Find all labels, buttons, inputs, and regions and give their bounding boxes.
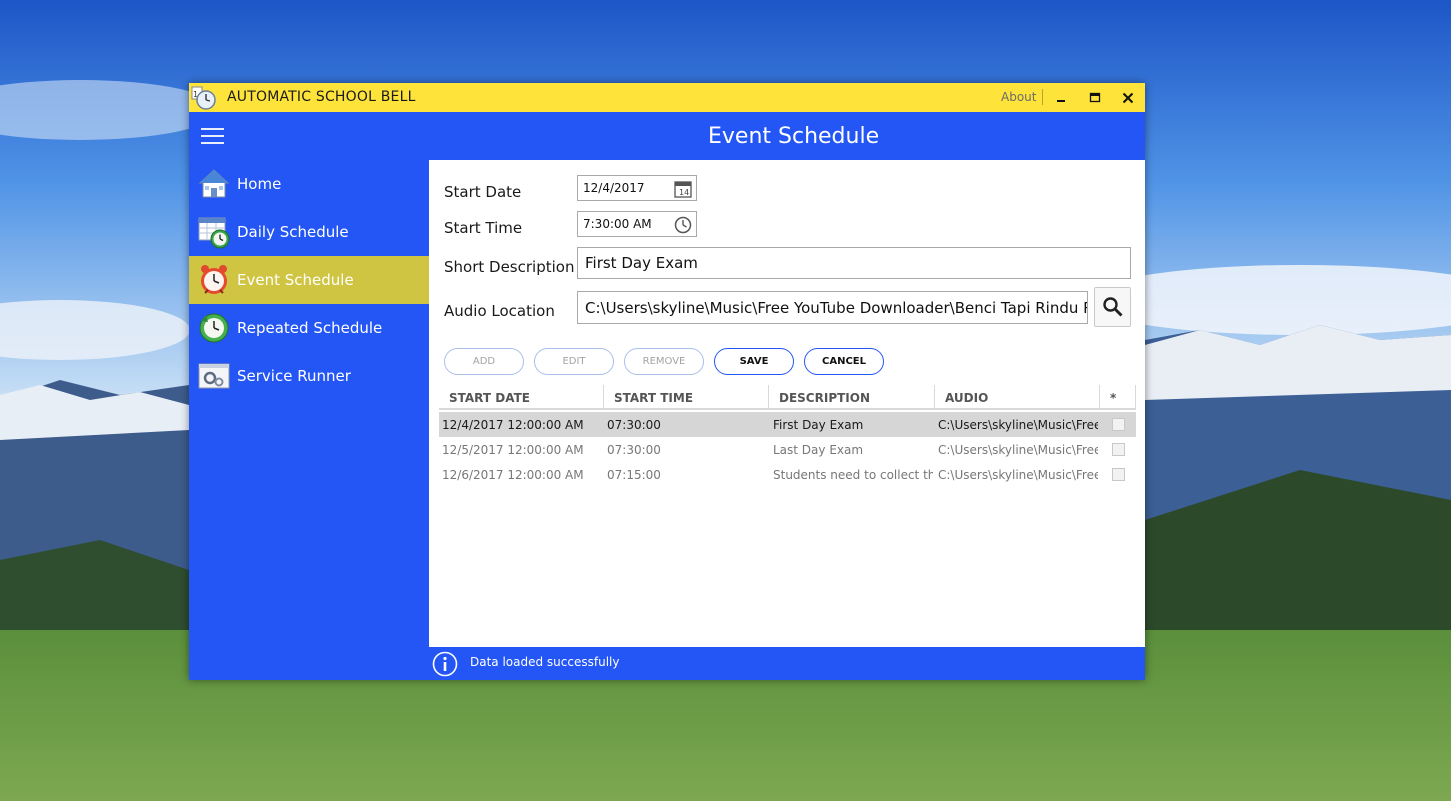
cell-start-time: 07:30:00 — [607, 417, 661, 432]
minimize-icon — [1057, 99, 1065, 102]
short-description-label: Short Description — [444, 258, 575, 276]
cell-start-date: 12/6/2017 12:00:00 AM — [442, 467, 584, 482]
school-bell-app-icon: 1 — [191, 86, 216, 110]
row-checkbox[interactable] — [1112, 443, 1125, 456]
calendar-icon[interactable]: 14 — [673, 179, 693, 199]
column-header-start-date[interactable]: START DATE — [439, 385, 604, 410]
page-title: Event Schedule — [708, 124, 880, 149]
status-bar: Data loaded successfully — [429, 647, 1145, 680]
hamburger-menu-icon[interactable] — [201, 128, 224, 144]
cell-description: Last Day Exam — [773, 442, 864, 457]
start-time-label: Start Time — [444, 219, 523, 237]
audio-location-value: C:\Users\skyline\Music\Free YouTube Down… — [585, 298, 1088, 317]
title-bar[interactable]: 1 AUTOMATIC SCHOOL BELL About — [189, 83, 1145, 112]
sidebar-item-label: Home — [237, 175, 282, 193]
column-header-select[interactable]: * — [1100, 385, 1136, 410]
alarm-clock-icon — [201, 265, 227, 294]
column-header-description[interactable]: DESCRIPTION — [769, 385, 935, 410]
table-row[interactable]: 12/4/2017 12:00:00 AM 07:30:00 First Day… — [439, 412, 1136, 437]
svg-text:14: 14 — [679, 188, 689, 197]
sidebar-item-event-schedule[interactable]: Event Schedule — [189, 256, 429, 304]
window-title: AUTOMATIC SCHOOL BELL — [227, 89, 416, 105]
app-window: 1 AUTOMATIC SCHOOL BELL About Event Sche… — [189, 83, 1145, 680]
info-icon — [432, 651, 458, 677]
save-button[interactable]: SAVE — [714, 348, 794, 375]
start-time-value: 7:30:00 AM — [583, 217, 652, 231]
event-grid-header: START DATE START TIME DESCRIPTION AUDIO … — [439, 385, 1136, 410]
cell-start-time: 07:30:00 — [607, 442, 661, 457]
edit-button[interactable]: EDIT — [534, 348, 614, 375]
start-date-value: 12/4/2017 — [583, 181, 645, 195]
close-button[interactable] — [1113, 83, 1143, 112]
cell-audio: C:\Users\skyline\Music\Free Yo — [938, 417, 1098, 432]
audio-location-label: Audio Location — [444, 302, 555, 320]
cell-description: First Day Exam — [773, 417, 864, 432]
minimize-button[interactable] — [1046, 83, 1076, 112]
cell-audio: C:\Users\skyline\Music\Free Yo — [938, 442, 1098, 457]
cell-start-date: 12/5/2017 12:00:00 AM — [442, 442, 584, 457]
sidebar-item-label: Event Schedule — [237, 271, 354, 289]
sidebar-item-daily-schedule[interactable]: Daily Schedule — [189, 208, 429, 256]
repeat-clock-icon — [199, 313, 229, 343]
calendar-clock-icon — [198, 217, 230, 249]
table-row[interactable]: 12/5/2017 12:00:00 AM 07:30:00 Last Day … — [439, 437, 1136, 462]
page-header: Event Schedule — [189, 112, 1145, 160]
remove-button[interactable]: REMOVE — [624, 348, 704, 375]
search-icon — [1102, 297, 1123, 317]
sidebar-item-label: Repeated Schedule — [237, 319, 383, 337]
event-form-panel: Start Date 12/4/2017 14 Start Time 7:30:… — [429, 160, 1145, 647]
cancel-button[interactable]: CANCEL — [804, 348, 884, 375]
short-description-input[interactable]: First Day Exam — [577, 247, 1131, 279]
start-time-picker[interactable]: 7:30:00 AM — [577, 211, 697, 237]
cell-start-time: 07:15:00 — [607, 467, 661, 482]
sidebar-item-service-runner[interactable]: Service Runner — [189, 352, 429, 400]
sidebar-item-repeated-schedule[interactable]: Repeated Schedule — [189, 304, 429, 352]
maximize-button[interactable] — [1080, 83, 1110, 112]
sidebar-item-home[interactable]: Home — [189, 160, 429, 208]
close-icon — [1122, 92, 1134, 103]
column-header-audio[interactable]: AUDIO — [935, 385, 1100, 410]
sidebar-item-label: Daily Schedule — [237, 223, 349, 241]
short-description-value: First Day Exam — [585, 254, 698, 272]
service-gear-icon — [198, 363, 230, 389]
sidebar-item-label: Service Runner — [237, 367, 351, 385]
cell-audio: C:\Users\skyline\Music\Free Yo — [938, 467, 1098, 482]
table-row[interactable]: 12/6/2017 12:00:00 AM 07:15:00 Students … — [439, 462, 1136, 487]
sidebar-nav: Home Daily Schedule Event Schedule Repea… — [189, 160, 429, 400]
status-message: Data loaded successfully — [470, 655, 620, 669]
title-bar-divider — [1042, 89, 1043, 105]
cell-description: Students need to collect their — [773, 467, 933, 482]
row-checkbox[interactable] — [1112, 468, 1125, 481]
column-header-start-time[interactable]: START TIME — [604, 385, 769, 410]
maximize-icon — [1089, 92, 1101, 102]
cell-start-date: 12/4/2017 12:00:00 AM — [442, 417, 584, 432]
browse-audio-button[interactable] — [1094, 287, 1131, 327]
add-button[interactable]: ADD — [444, 348, 524, 375]
about-link[interactable]: About — [1001, 90, 1036, 104]
start-date-picker[interactable]: 12/4/2017 14 — [577, 175, 697, 201]
start-date-label: Start Date — [444, 183, 522, 201]
clock-icon[interactable] — [673, 215, 693, 235]
audio-location-input[interactable]: C:\Users\skyline\Music\Free YouTube Down… — [577, 291, 1088, 324]
house-icon — [198, 169, 230, 198]
row-checkbox[interactable] — [1112, 418, 1125, 431]
